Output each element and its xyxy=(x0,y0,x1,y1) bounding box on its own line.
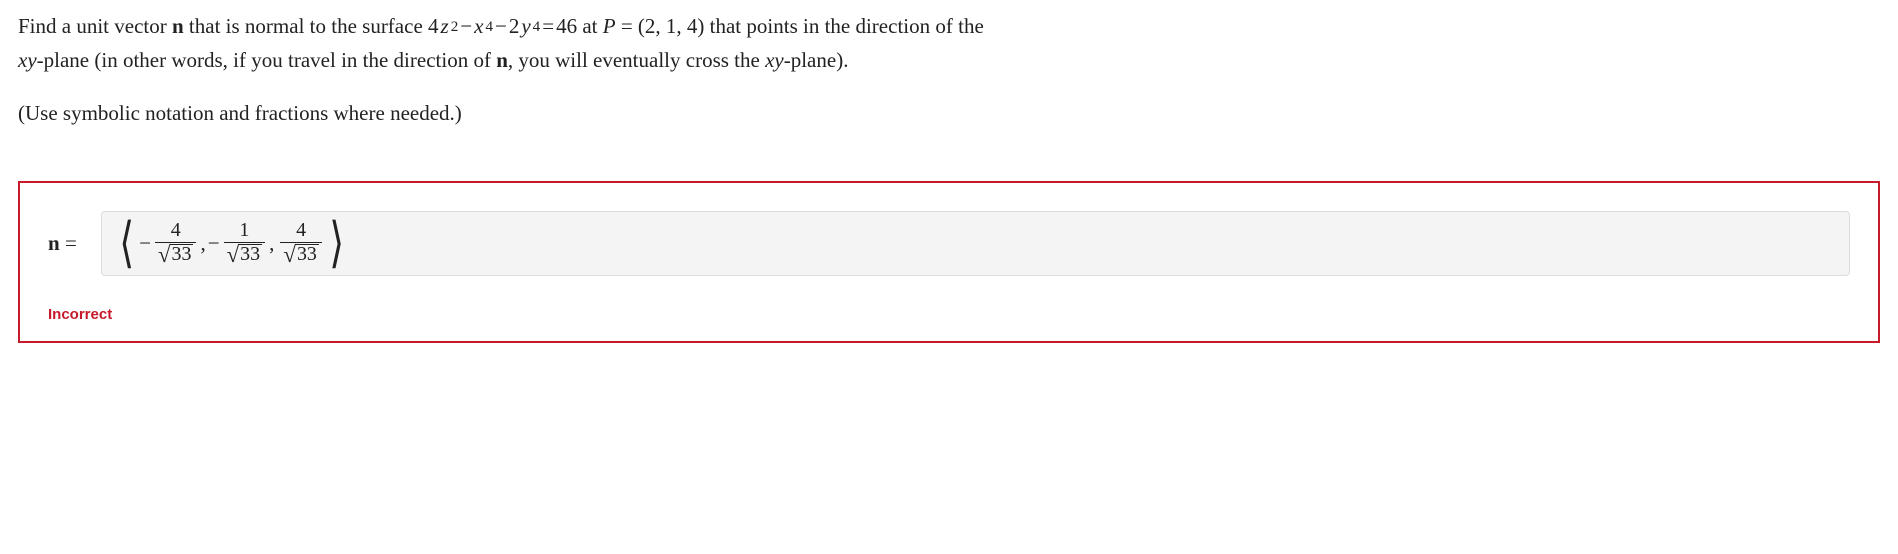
point-coords: (2, 1, 4) xyxy=(638,14,705,38)
text: Find a unit vector xyxy=(18,14,172,38)
text: that is normal to the surface xyxy=(184,14,428,38)
answer-panel: n = ⟨ − 4 √ 33 , − 1 xyxy=(18,181,1880,343)
sqrt: √ 33 xyxy=(283,244,319,267)
problem-line-1: Find a unit vector n that is normal to t… xyxy=(18,10,1880,77)
text: that points in the direction of the xyxy=(704,14,983,38)
point-P: P xyxy=(603,14,616,38)
vector-n: n xyxy=(48,231,60,255)
angle-open-icon: ⟨ xyxy=(119,221,134,265)
radicand: 33 xyxy=(238,244,262,265)
text: -plane). xyxy=(784,48,849,72)
vector-n: n xyxy=(172,14,184,38)
denominator: √ 33 xyxy=(155,242,197,267)
term-3-fraction: 4 √ 33 xyxy=(280,220,322,267)
term-1-fraction: 4 √ 33 xyxy=(155,220,197,267)
numerator: 1 xyxy=(236,220,252,242)
numerator: 4 xyxy=(168,220,184,242)
var-x: x xyxy=(474,10,483,44)
denominator: √ 33 xyxy=(280,242,322,267)
answer-expression: ⟨ − 4 √ 33 , − 1 xyxy=(116,220,347,267)
problem-statement: Find a unit vector n that is normal to t… xyxy=(0,0,1898,131)
instruction-line: (Use symbolic notation and fractions whe… xyxy=(18,97,1880,131)
term-2-sign: − xyxy=(208,231,220,256)
answer-input[interactable]: ⟨ − 4 √ 33 , − 1 xyxy=(101,211,1850,276)
answer-label: n = xyxy=(48,231,77,256)
answer-row: n = ⟨ − 4 √ 33 , − 1 xyxy=(48,211,1850,276)
rhs: 46 xyxy=(556,10,577,44)
term-2-fraction: 1 √ 33 xyxy=(224,220,266,267)
vector-n: n xyxy=(496,48,508,72)
text: , you will eventually cross the xyxy=(508,48,765,72)
separator: , xyxy=(200,231,205,256)
minus: − xyxy=(495,10,507,44)
radicand: 33 xyxy=(170,244,194,265)
xy: xy xyxy=(765,48,784,72)
var-z: z xyxy=(441,10,449,44)
var-y: y xyxy=(521,10,530,44)
sqrt: √ 33 xyxy=(158,244,194,267)
feedback-text: Incorrect xyxy=(48,306,1850,323)
sqrt: √ 33 xyxy=(227,244,263,267)
text: -plane (in other words, if you travel in… xyxy=(37,48,497,72)
equals: = xyxy=(542,10,554,44)
numerator: 4 xyxy=(293,220,309,242)
minus: − xyxy=(460,10,472,44)
coef: 2 xyxy=(509,10,520,44)
coef: 4 xyxy=(428,10,439,44)
equals: = xyxy=(60,231,77,255)
text: = xyxy=(616,14,638,38)
radicand: 33 xyxy=(295,244,319,265)
xy: xy xyxy=(18,48,37,72)
angle-close-icon: ⟩ xyxy=(329,221,344,265)
text: at xyxy=(577,14,603,38)
surface-equation: 4z2 − x4 − 2y4 = 46 xyxy=(428,10,577,44)
denominator: √ 33 xyxy=(224,242,266,267)
separator: , xyxy=(269,231,274,256)
term-1-sign: − xyxy=(139,231,151,256)
